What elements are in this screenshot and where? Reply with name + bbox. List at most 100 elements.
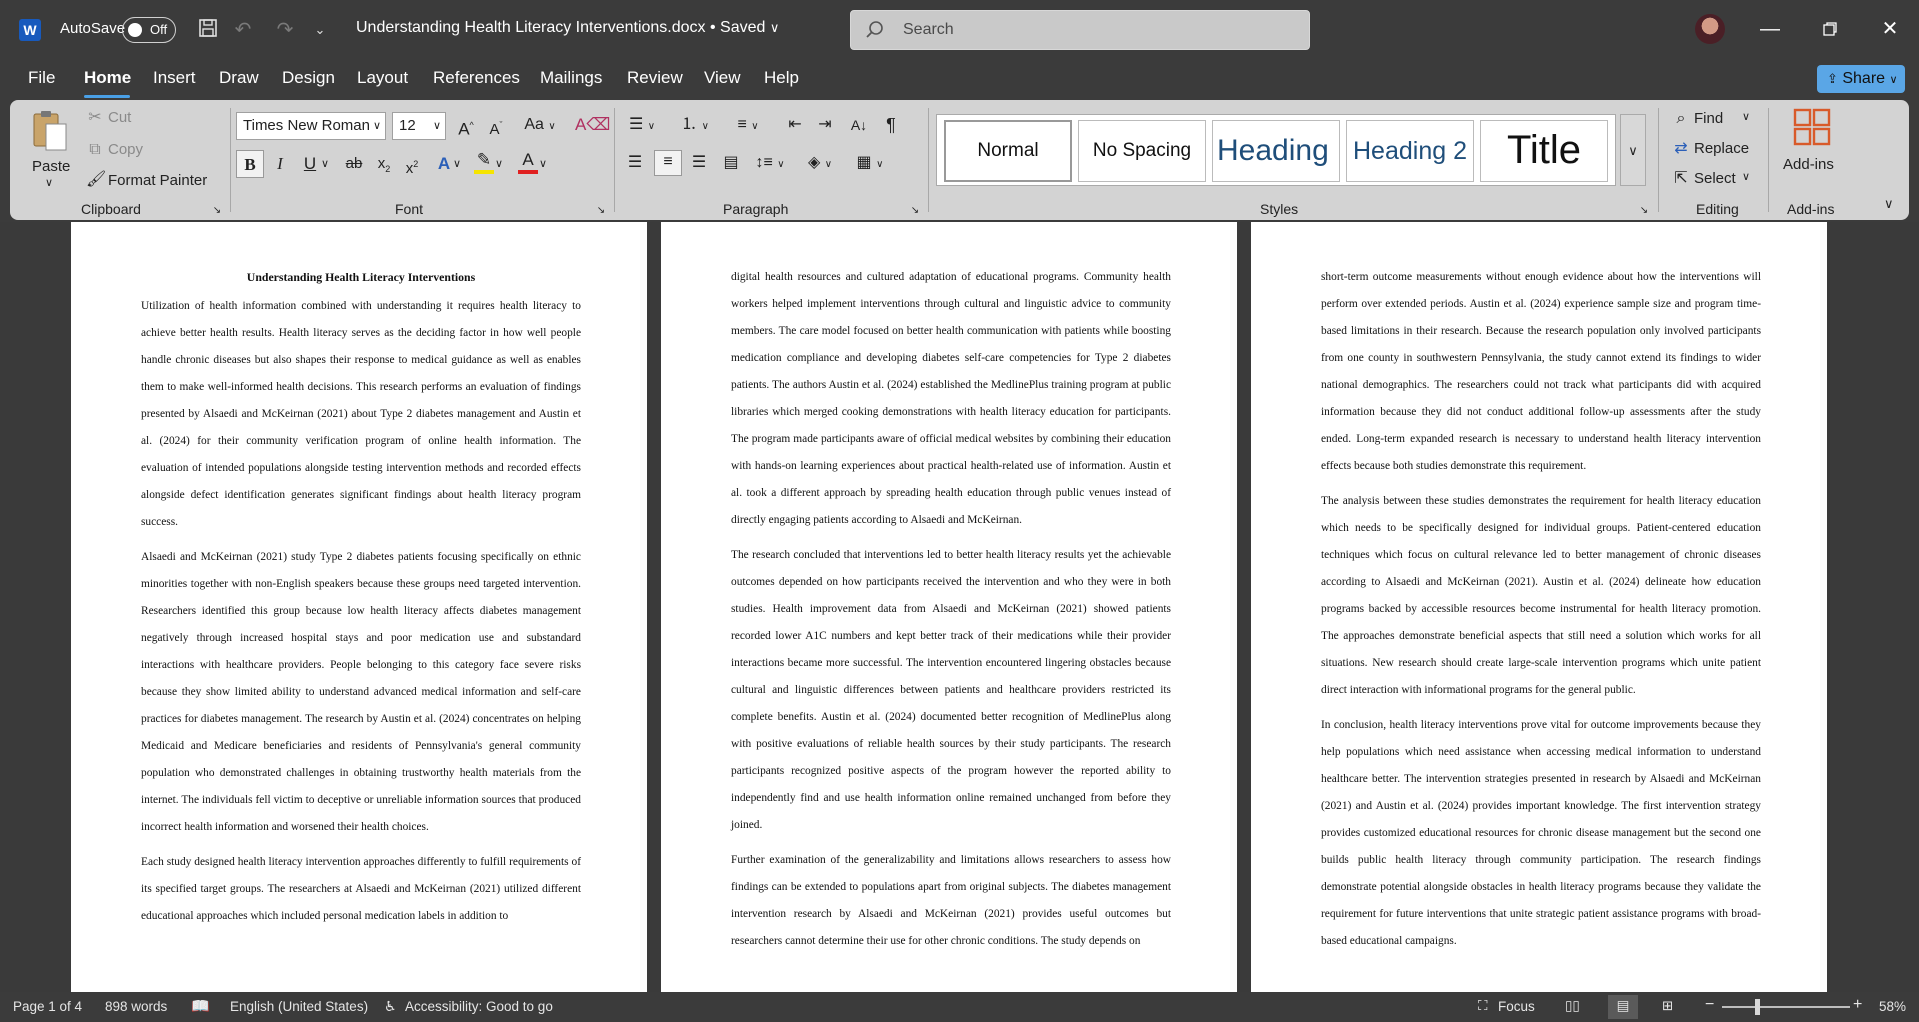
- multilevel-list-icon[interactable]: ≡ ∨: [728, 114, 768, 136]
- close-icon[interactable]: ✕: [1875, 14, 1905, 44]
- align-center-icon[interactable]: ≡: [654, 150, 682, 176]
- shading-icon[interactable]: ◈ ∨: [800, 152, 840, 174]
- collapse-ribbon-icon[interactable]: ∨: [1884, 196, 1894, 212]
- tab-review[interactable]: Review: [627, 68, 683, 88]
- customize-qat-icon[interactable]: ⌄: [307, 17, 333, 43]
- bullets-icon[interactable]: ☰ ∨: [622, 114, 662, 136]
- zoom-level[interactable]: 58%: [1879, 999, 1906, 1014]
- clipboard-icon: [33, 111, 67, 151]
- tab-design[interactable]: Design: [282, 68, 335, 88]
- tab-layout[interactable]: Layout: [357, 68, 408, 88]
- bold-icon[interactable]: B: [236, 150, 264, 178]
- format-painter-button[interactable]: Format Painter: [108, 172, 207, 189]
- cut-button[interactable]: Cut: [108, 109, 131, 126]
- font-family-select[interactable]: Times New Roman ∨: [236, 112, 386, 140]
- align-left-icon[interactable]: ☰: [622, 152, 648, 174]
- italic-icon[interactable]: I: [266, 150, 294, 178]
- style-heading-2[interactable]: Heading 2: [1346, 120, 1474, 182]
- divider: [928, 108, 929, 212]
- chevron-down-icon[interactable]: ∨: [318, 150, 332, 178]
- print-layout-icon[interactable]: ▤: [1608, 995, 1638, 1019]
- style-no-spacing[interactable]: No Spacing: [1078, 120, 1206, 182]
- cursor-icon: ⇱: [1674, 170, 1688, 187]
- styles-more-icon[interactable]: ∨: [1620, 114, 1646, 186]
- search-icon: [866, 21, 883, 38]
- font-family-value: Times New Roman: [243, 117, 370, 134]
- tab-mailings[interactable]: Mailings: [540, 68, 602, 88]
- tab-file[interactable]: File: [28, 68, 55, 88]
- zoom-out-icon[interactable]: −: [1705, 996, 1714, 1014]
- document-title[interactable]: Understanding Health Literacy Interventi…: [356, 19, 779, 37]
- avatar[interactable]: [1695, 14, 1725, 44]
- dialog-launcher-icon[interactable]: ↘: [594, 200, 608, 222]
- dialog-launcher-icon[interactable]: ↘: [210, 200, 224, 222]
- zoom-slider[interactable]: [1722, 999, 1850, 1015]
- select-button[interactable]: Select: [1694, 170, 1736, 187]
- align-right-icon[interactable]: ☰: [686, 152, 712, 174]
- page-3[interactable]: short-term outcome measurements without …: [1251, 222, 1827, 992]
- style-heading-1[interactable]: Heading 1: [1212, 120, 1340, 182]
- shrink-font-icon[interactable]: Aˇ: [483, 114, 509, 138]
- word-count[interactable]: 898 words: [105, 999, 167, 1014]
- tab-view[interactable]: View: [704, 68, 741, 88]
- numbering-icon[interactable]: ⒈ ∨: [675, 114, 715, 136]
- chevron-down-icon[interactable]: ∨: [1742, 170, 1750, 183]
- page-1[interactable]: Understanding Health Literacy Interventi…: [71, 222, 647, 992]
- tab-draw[interactable]: Draw: [219, 68, 259, 88]
- sort-icon[interactable]: A↓: [846, 114, 872, 136]
- minimize-icon[interactable]: —: [1755, 14, 1785, 44]
- zoom-in-icon[interactable]: +: [1853, 996, 1862, 1014]
- replace-button[interactable]: Replace: [1694, 140, 1749, 157]
- dialog-launcher-icon[interactable]: ↘: [908, 200, 922, 222]
- undo-icon[interactable]: ↶: [230, 17, 256, 43]
- superscript-icon[interactable]: x2: [398, 150, 426, 178]
- change-case-icon[interactable]: Aa ∨: [520, 114, 560, 136]
- tab-help[interactable]: Help: [764, 68, 799, 88]
- chevron-down-icon[interactable]: ∨: [450, 150, 464, 178]
- style-title[interactable]: Title: [1480, 120, 1608, 182]
- page-2-text: digital health resources and cultured ad…: [731, 264, 1171, 963]
- subscript-icon[interactable]: x2: [370, 150, 398, 178]
- redo-icon[interactable]: ↷: [272, 17, 298, 43]
- zoom-slider-thumb[interactable]: [1755, 999, 1760, 1015]
- language[interactable]: English (United States): [230, 999, 368, 1014]
- paste-button[interactable]: Paste ∨: [28, 106, 72, 196]
- proofing-icon[interactable]: 📖: [191, 997, 210, 1015]
- decrease-indent-icon[interactable]: ⇤: [782, 114, 808, 136]
- tab-insert[interactable]: Insert: [153, 68, 196, 88]
- page-2[interactable]: digital health resources and cultured ad…: [661, 222, 1237, 992]
- share-button[interactable]: ⇪ Share ∨: [1817, 65, 1905, 93]
- borders-icon[interactable]: ▦ ∨: [850, 152, 890, 174]
- grow-font-icon[interactable]: A^: [453, 114, 479, 139]
- chevron-down-icon[interactable]: ∨: [492, 150, 506, 178]
- autosave-label: AutoSave: [60, 20, 126, 37]
- web-layout-icon[interactable]: ⊞: [1662, 998, 1673, 1014]
- restore-icon[interactable]: [1815, 14, 1845, 44]
- font-size-select[interactable]: 12 ∨: [392, 112, 446, 140]
- addins-button[interactable]: Add-ins: [1780, 106, 1844, 196]
- chevron-down-icon[interactable]: ∨: [1742, 110, 1750, 123]
- chevron-down-icon[interactable]: ∨: [536, 150, 550, 178]
- clear-formatting-icon[interactable]: A⌫: [575, 114, 610, 136]
- status-bar: Page 1 of 4 898 words 📖 English (United …: [0, 992, 1919, 1022]
- autosave-toggle[interactable]: Off: [122, 17, 176, 43]
- style-normal[interactable]: Normal: [944, 120, 1072, 182]
- strikethrough-icon[interactable]: ab: [340, 150, 368, 178]
- find-button[interactable]: Find: [1694, 110, 1723, 127]
- read-mode-icon[interactable]: ▯▯: [1565, 998, 1580, 1014]
- tab-home[interactable]: Home: [84, 68, 131, 88]
- document-canvas[interactable]: Understanding Health Literacy Interventi…: [0, 222, 1919, 992]
- editing-group-label: Editing: [1696, 201, 1739, 217]
- copy-button[interactable]: Copy: [108, 141, 143, 158]
- focus-button[interactable]: Focus: [1498, 999, 1535, 1014]
- justify-icon[interactable]: ▤: [718, 152, 744, 174]
- dialog-launcher-icon[interactable]: ↘: [1637, 200, 1651, 222]
- search-box[interactable]: Search: [850, 10, 1310, 50]
- increase-indent-icon[interactable]: ⇥: [812, 114, 838, 136]
- tab-references[interactable]: References: [433, 68, 520, 88]
- line-spacing-icon[interactable]: ↕≡ ∨: [750, 152, 790, 174]
- pilcrow-icon[interactable]: ¶: [878, 114, 904, 136]
- accessibility-status[interactable]: Accessibility: Good to go: [405, 999, 553, 1014]
- save-icon[interactable]: [195, 17, 221, 43]
- page-count[interactable]: Page 1 of 4: [13, 999, 82, 1014]
